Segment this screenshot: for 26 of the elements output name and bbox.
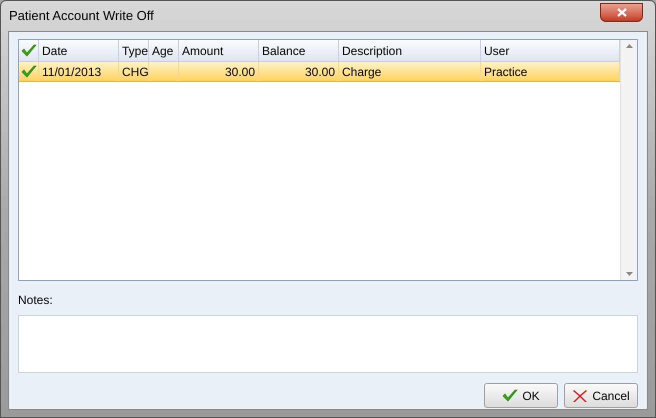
close-button[interactable] xyxy=(600,2,643,22)
ok-button[interactable]: OK xyxy=(484,383,558,408)
table-cell-text: Practice xyxy=(484,64,528,80)
column-header[interactable]: Amount xyxy=(179,40,259,61)
column-header[interactable]: Balance xyxy=(259,40,339,61)
scroll-down-icon[interactable] xyxy=(626,272,632,276)
column-header[interactable]: Date xyxy=(39,40,119,61)
table-cell-text: 11/01/2013 xyxy=(42,64,102,80)
table-cell-text: 30.00 xyxy=(304,64,335,80)
scroll-up-icon[interactable] xyxy=(626,44,632,48)
table-cell-text: CHG xyxy=(122,64,149,80)
notes-label: Notes: xyxy=(18,292,54,309)
scrollbar[interactable] xyxy=(620,40,637,280)
column-header[interactable]: Description xyxy=(339,40,481,61)
close-icon xyxy=(616,8,626,16)
select-all-checkmark-icon xyxy=(20,44,36,58)
cancel-button[interactable]: Cancel xyxy=(564,383,638,408)
table-row[interactable]: 11/01/2013 CHG 30.00 30.00 Charge Practice xyxy=(19,62,620,82)
checkmark-icon xyxy=(502,388,518,402)
column-header[interactable]: Age xyxy=(149,40,179,61)
table-cell-text: 30.00 xyxy=(224,64,255,80)
table-cell-text: Charge xyxy=(342,64,382,80)
column-header[interactable]: Type xyxy=(119,40,149,61)
notes-field[interactable] xyxy=(18,315,638,373)
window-title: Patient Account Write Off xyxy=(9,7,154,26)
close-icon xyxy=(572,388,588,402)
